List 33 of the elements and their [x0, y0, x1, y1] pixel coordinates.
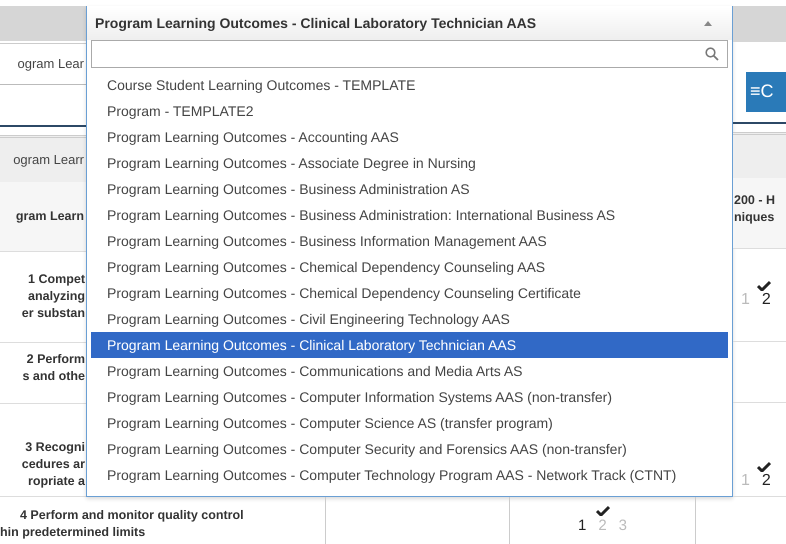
search-field[interactable] [91, 40, 728, 68]
program-select[interactable]: Program Learning Outcomes - Clinical Laboratory Technician AAS [87, 6, 732, 40]
score-option[interactable]: 2 [762, 472, 771, 490]
menu-button[interactable]: ≡C [746, 72, 786, 112]
outcome-text: 1 Compet analyzing er substan [22, 271, 85, 322]
dropdown-option[interactable]: Program Learning Outcomes - Computer Information Systems AAS (non-transfer) [91, 384, 728, 410]
header-bar [733, 6, 786, 42]
dropdown-option[interactable]: Program Learning Outcomes - Civil Engineering Technology AAS [91, 306, 728, 332]
outcome-text: 4 Perform and monitor quality control hin predetermined limits [0, 497, 326, 544]
caret-up-icon [704, 20, 712, 26]
dropdown-option[interactable]: Program Learning Outcomes - Business Administration: International Business AS [91, 202, 728, 228]
column-header: 200 - H niques [733, 178, 786, 250]
dropdown-option[interactable]: Program - TEMPLATE2 [91, 98, 728, 124]
dropdown-option[interactable]: Program Learning Outcomes - Accounting AAS [91, 124, 728, 150]
dropdown-option[interactable]: Program Learning Outcomes - Business Information Management AAS [91, 228, 728, 254]
dropdown-option[interactable]: Program Learning Outcomes - Computer Security and Forensics AAS (non-transfer) [91, 436, 728, 462]
dropdown-option[interactable]: Course Student Learning Outcomes - TEMPLATE [91, 72, 728, 98]
outcome-text: 2 Perform s and othe [22, 351, 85, 386]
column-header: gram Learn [0, 182, 86, 252]
table-header [733, 132, 786, 178]
dropdown-option[interactable]: Program Learning Outcomes - Computer Technology Program AAS - Network Track (CTNT) [91, 462, 728, 488]
dropdown-option[interactable]: Program Learning Outcomes - Chemical Dependency Counseling Certificate [91, 280, 728, 306]
search-icon [705, 47, 719, 61]
score-option[interactable]: 2 [762, 291, 771, 310]
score-option[interactable]: 1 [578, 518, 586, 534]
dropdown-option[interactable]: Program Learning Outcomes - Communications and Media Arts AS [91, 358, 728, 384]
dropdown-option[interactable]: Program Learning Outcomes - Associate Degree in Nursing [91, 150, 728, 176]
dropdown-option[interactable]: Program Learning Outcomes - Computer Science AS (transfer program) [91, 410, 728, 436]
dropdown-option[interactable]: Program Learning Outcomes - Chemical Dependency Counseling AAS [91, 254, 728, 280]
table-header: ogram Learr [0, 134, 86, 182]
outcome-text: 3 Recogni cedures ar ropriate a [22, 439, 85, 490]
dropdown-option[interactable]: Program Learning Outcomes - Clinical Laboratory Technician AAS [91, 332, 728, 358]
dropdown-option[interactable]: Program Learning Outcomes - Business Administration AS [91, 176, 728, 202]
